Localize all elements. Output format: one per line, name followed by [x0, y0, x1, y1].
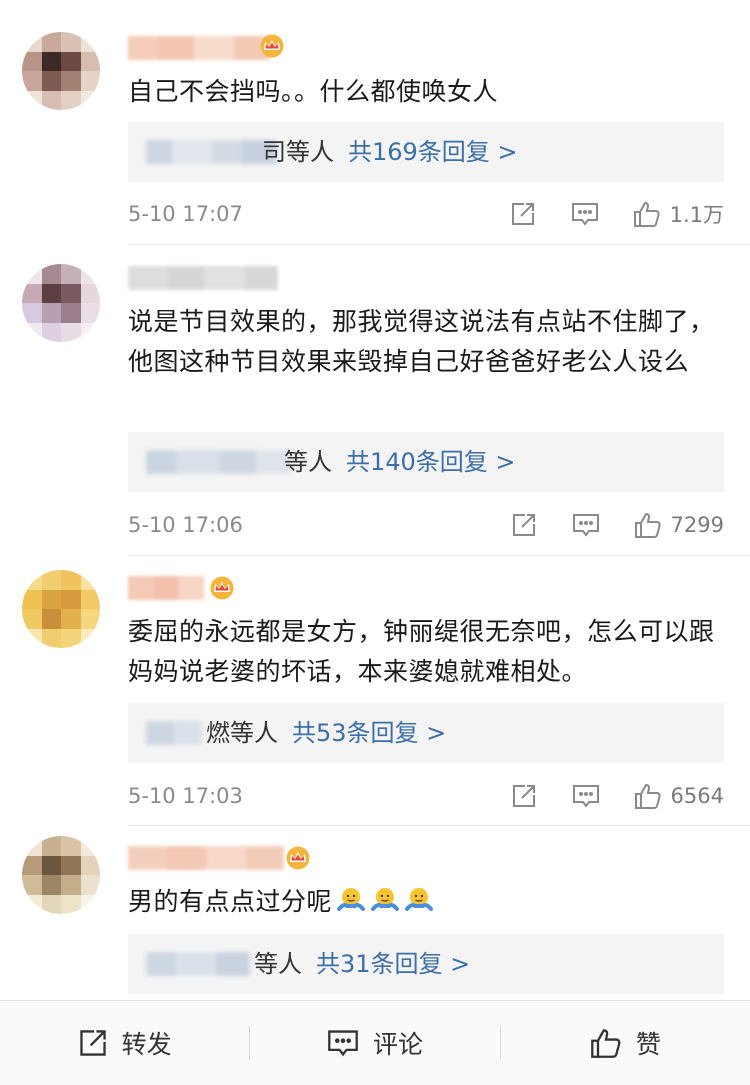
- repost-icon: [79, 1030, 106, 1056]
- username-blurred[interactable]: [128, 576, 204, 600]
- repost-icon[interactable]: [509, 510, 539, 540]
- username-blurred[interactable]: [128, 846, 284, 870]
- comment-icon: [328, 1030, 358, 1057]
- comment-text: 男的有点点过分呢: [128, 887, 333, 916]
- repost-button[interactable]: 转发: [0, 1025, 249, 1061]
- reply-names-blurred: [146, 952, 250, 976]
- reply-preview[interactable]: 等人 共140条回复 >: [128, 432, 724, 492]
- reply-names: 司等人: [262, 138, 334, 166]
- reply-names-blurred: [146, 140, 276, 164]
- reply-names: 燃等人: [206, 719, 278, 747]
- comment-text: 说是节目效果的，那我觉得这说法有点站不住脚了，他图这种节目效果来毁掉自己好爸爸好…: [128, 307, 715, 376]
- bottom-action-bar: 转发 评论 赞: [0, 1000, 750, 1085]
- comment-icon[interactable]: [571, 781, 601, 811]
- divider: [128, 555, 750, 556]
- comment-icon[interactable]: [570, 199, 600, 229]
- comment-text: 自己不会挡吗。。什么都使唤女人: [128, 77, 499, 106]
- username-blurred[interactable]: [128, 266, 278, 290]
- shrug-emoji-icon: [371, 888, 400, 911]
- repost-icon[interactable]: [508, 199, 538, 229]
- comment-time: 5-10 17:07: [128, 202, 243, 226]
- reply-count-link[interactable]: 共53条回复 >: [292, 719, 446, 747]
- like-icon[interactable]: [632, 199, 662, 229]
- comment-button[interactable]: 评论: [250, 1025, 499, 1061]
- comment-actions: 7299: [509, 510, 724, 540]
- username-blurred[interactable]: [128, 36, 270, 60]
- comment-time: 5-10 17:06: [128, 513, 243, 537]
- comment-actions: 1.1万: [508, 199, 724, 229]
- divider: [128, 244, 750, 245]
- crown-icon: [286, 846, 310, 870]
- crown-icon: [210, 576, 234, 600]
- comment-actions: 6564: [509, 781, 724, 811]
- crown-icon: [260, 34, 284, 58]
- reply-names-blurred: [146, 721, 202, 745]
- reply-preview[interactable]: 等人 共31条回复 >: [128, 934, 724, 994]
- comment-text-row: 男的有点点过分呢: [128, 882, 726, 922]
- like-icon[interactable]: [633, 781, 663, 811]
- reply-names: 等人: [284, 448, 332, 476]
- shrug-emoji-icon: [405, 888, 434, 911]
- comment-time: 5-10 17:03: [128, 784, 243, 808]
- reply-names-blurred: [146, 450, 292, 474]
- avatar[interactable]: [22, 836, 100, 914]
- shrug-emoji-icon: [337, 888, 366, 911]
- reply-preview[interactable]: 司等人 共169条回复 >: [128, 122, 724, 182]
- repost-icon[interactable]: [509, 781, 539, 811]
- avatar[interactable]: [22, 570, 100, 648]
- reply-preview[interactable]: 燃等人 共53条回复 >: [128, 703, 724, 763]
- reply-count-link[interactable]: 共169条回复 >: [348, 138, 518, 166]
- like-icon: [590, 1029, 621, 1058]
- divider: [128, 825, 750, 826]
- like-icon[interactable]: [633, 510, 663, 540]
- like-count: 1.1万: [669, 203, 724, 227]
- reply-count-link[interactable]: 共31条回复 >: [316, 950, 470, 978]
- repost-label: 转发: [121, 1030, 172, 1059]
- like-button[interactable]: 赞: [501, 1025, 750, 1061]
- like-count: 7299: [670, 513, 724, 537]
- reply-count-link[interactable]: 共140条回复 >: [346, 448, 516, 476]
- comment-icon[interactable]: [571, 510, 601, 540]
- like-label: 赞: [635, 1030, 661, 1059]
- like-count: 6564: [670, 784, 724, 808]
- avatar[interactable]: [22, 264, 100, 342]
- comment-label: 评论: [372, 1030, 423, 1059]
- reply-names: 等人: [254, 950, 302, 978]
- comment-text: 委屈的永远都是女方，钟丽缇很无奈吧，怎么可以跟妈妈说老婆的坏话，本来婆媳就难相处…: [128, 617, 715, 686]
- avatar[interactable]: [22, 32, 100, 110]
